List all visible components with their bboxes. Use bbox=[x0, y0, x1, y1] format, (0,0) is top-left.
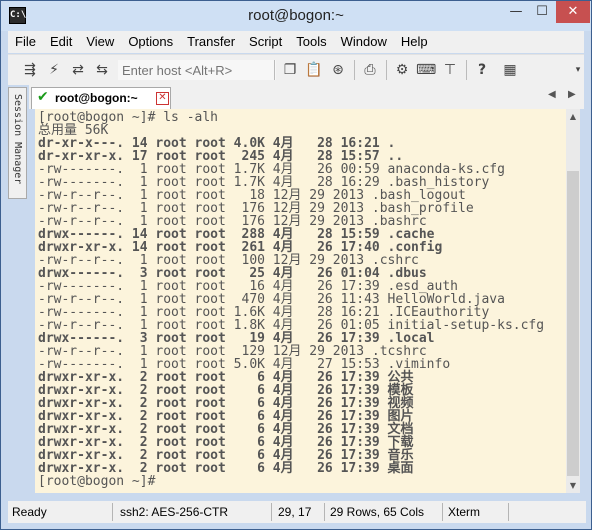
connected-check-icon: ✔ bbox=[37, 89, 49, 105]
title-bar[interactable]: C:\ root@bogon:~ — ☐ ✕ bbox=[1, 1, 591, 31]
menu-view[interactable]: View bbox=[79, 31, 121, 53]
status-ready: Ready bbox=[12, 505, 47, 519]
tab-bar: ✔ root@bogon:~ ✕ ◀ ▶ bbox=[29, 85, 584, 109]
reconnect-icon[interactable]: ⇄ bbox=[68, 60, 88, 80]
tab-next-icon[interactable]: ▶ bbox=[568, 89, 576, 100]
toolbar-separator bbox=[386, 60, 387, 80]
toolbar: ⇶ ⚡ ⇄ ⇆ ❐ 📋 ⊛ ⎙ ⚙ ⌨ ⊤ ? ▦ ▾ bbox=[8, 54, 584, 85]
terminal[interactable]: [root@bogon ~]# ls -alh 总用量 56K dr-xr-x---… bbox=[35, 109, 566, 493]
session-manager-label: Session Manager bbox=[12, 94, 23, 185]
menu-help[interactable]: Help bbox=[394, 31, 435, 53]
host-input[interactable] bbox=[118, 60, 276, 80]
terminal-output: [root@bogon ~]# ls -alh 总用量 56K dr-xr-x---… bbox=[35, 109, 566, 488]
menu-script[interactable]: Script bbox=[242, 31, 289, 53]
terminal-line: [root@bogon ~]# ls -alh bbox=[38, 110, 219, 125]
status-separator bbox=[442, 503, 443, 521]
status-separator bbox=[508, 503, 509, 521]
copy-icon[interactable]: ❐ bbox=[280, 60, 300, 80]
menu-window[interactable]: Window bbox=[334, 31, 394, 53]
status-separator bbox=[112, 503, 113, 521]
help-icon[interactable]: ? bbox=[472, 60, 492, 80]
scroll-thumb[interactable] bbox=[567, 171, 579, 476]
menu-edit[interactable]: Edit bbox=[43, 31, 79, 53]
tab-session[interactable]: ✔ root@bogon:~ ✕ bbox=[31, 87, 171, 109]
menu-file[interactable]: File bbox=[8, 31, 43, 53]
settings-icon[interactable]: ⚙ bbox=[392, 60, 412, 80]
sftp-icon[interactable]: ⊤ bbox=[440, 60, 460, 80]
toolbar-separator bbox=[354, 60, 355, 80]
terminal-line: [root@bogon ~]# bbox=[38, 474, 156, 489]
toolbar-separator bbox=[274, 60, 275, 80]
quick-connect-icon[interactable]: ⚡ bbox=[44, 60, 64, 80]
tab-session-label: root@bogon:~ bbox=[55, 91, 138, 105]
disconnect-icon[interactable]: ⇆ bbox=[92, 60, 112, 80]
status-bar: Ready ssh2: AES-256-CTR 29, 17 29 Rows, … bbox=[8, 501, 586, 523]
menu-transfer[interactable]: Transfer bbox=[180, 31, 242, 53]
app-window: C:\ root@bogon:~ — ☐ ✕ File Edit View Optio… bbox=[0, 0, 592, 530]
status-separator bbox=[271, 503, 272, 521]
menu-tools[interactable]: Tools bbox=[289, 31, 333, 53]
scroll-down-icon[interactable]: ▼ bbox=[566, 478, 580, 493]
keymap-icon[interactable]: ⌨ bbox=[416, 60, 436, 80]
status-cursor: 29, 17 bbox=[278, 505, 312, 519]
menu-options[interactable]: Options bbox=[121, 31, 180, 53]
maximize-button[interactable]: ☐ bbox=[529, 1, 555, 23]
toolbar-separator bbox=[466, 60, 467, 80]
map-icon[interactable]: ▦ bbox=[500, 60, 520, 80]
scroll-up-icon[interactable]: ▲ bbox=[566, 109, 580, 124]
find-icon[interactable]: ⊛ bbox=[328, 60, 348, 80]
print-icon[interactable]: ⎙ bbox=[360, 60, 380, 80]
close-button[interactable]: ✕ bbox=[556, 1, 590, 23]
session-manager-tab[interactable]: Session Manager bbox=[8, 87, 27, 199]
tab-close-icon[interactable]: ✕ bbox=[156, 92, 169, 105]
dropdown-icon[interactable]: ▾ bbox=[568, 60, 588, 80]
terminal-scrollbar[interactable]: ▲ ▼ bbox=[566, 109, 580, 493]
minimize-button[interactable]: — bbox=[503, 1, 529, 23]
menu-bar: File Edit View Options Transfer Script Tools Wi… bbox=[8, 31, 584, 53]
status-size: 29 Rows, 65 Cols bbox=[330, 505, 425, 519]
connect-icon[interactable]: ⇶ bbox=[20, 60, 40, 80]
status-cipher: ssh2: AES-256-CTR bbox=[120, 505, 229, 519]
tab-prev-icon[interactable]: ◀ bbox=[548, 89, 556, 100]
paste-icon[interactable]: 📋 bbox=[304, 60, 324, 80]
status-term: Xterm bbox=[448, 505, 481, 519]
status-separator bbox=[324, 503, 325, 521]
